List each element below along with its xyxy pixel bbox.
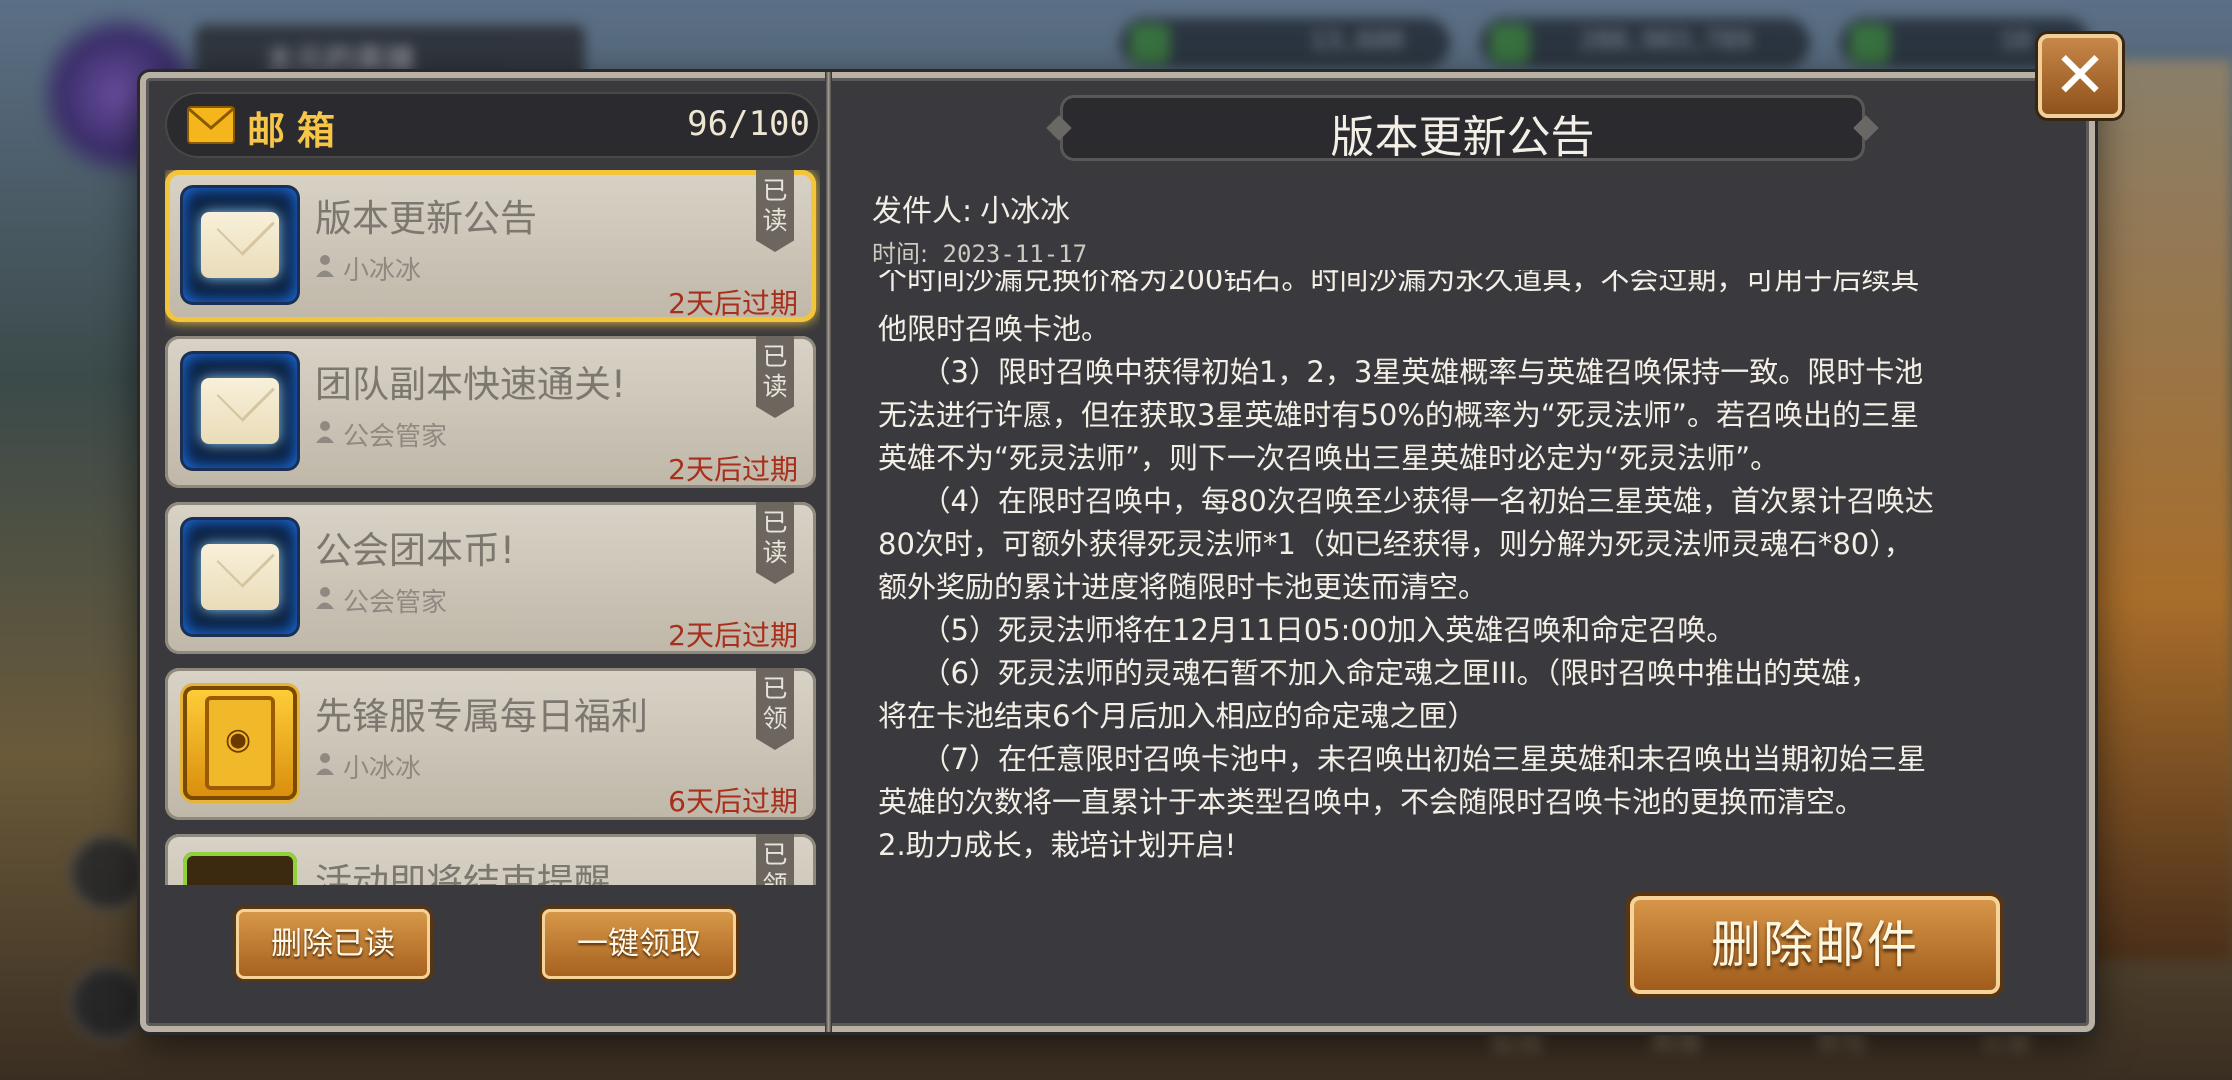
mail-time-row: 时间: 2023-11-17 [872,234,1087,269]
mail-item-sender: 公会管家 [343,422,448,452]
mail-item-expire: 6天后过期 [668,785,798,818]
mail-item-expire: 2天后过期 [668,619,798,652]
hud-gold: 288,903,789 [1480,18,1810,68]
bg-mail-button [70,835,146,911]
mailbox-title: 邮箱 [247,109,348,153]
sender-value: 小冰冰 [980,194,1071,229]
mail-list[interactable]: 版本更新公告 小冰冰 2天后过期 已读 团队副本快速通关! 公会管家 2天后过期… [165,170,820,885]
mail-body-line: （3）限时召唤中获得初始1，2，3星英雄概率与英雄召唤保持一致。限时卡池 [878,355,1924,389]
mail-body-line: 英雄的次数将一直累计于本类型召唤中，不会随限时召唤卡池的更换而清空。 [878,785,1865,819]
mail-body-line: 个时间沙漏兑换价格为200钻石。时间沙漏为永久道具，不会过期，可用于后续其 [878,270,1920,296]
mailbox-header: 邮箱 96/100 [165,92,820,158]
mail-body-line: 额外奖励的累计进度将随限时卡池更迭而清空。 [878,570,1488,604]
read-status-tag: 已领 [756,668,794,750]
mail-item-sender: 小冰冰 [343,256,422,286]
envelope-icon [183,354,297,468]
mail-body-line: （6）死灵法师的灵魂石暂不加入命定魂之匣III。（限时召唤中推出的英雄， [878,656,1880,690]
mail-body-line: 80次时，可额外获得死灵法师*1（如已经获得，则分解为死灵法师灵魂石*80）， [878,527,1913,561]
mail-item-title: 版本更新公告 [315,197,537,240]
hud-stamina-value: 10 [2000,26,2032,56]
mail-body-line: （4）在限时召唤中，每80次召唤至少获得一名初始三星英雄，首次累计召唤达 [878,484,1934,518]
delete-read-button[interactable]: 删除已读 [236,909,430,979]
event-icon [183,852,297,885]
mail-body[interactable]: 个时间沙漏兑换价格为200钻石。时间沙漏为永久道具，不会过期，可用于后续其 他限… [872,270,2042,860]
mail-body-line: 英雄不为“死灵法师”，则下一次召唤出三星英雄时必定为“死灵法师”。 [878,441,1780,475]
mail-item[interactable]: 活动即将结束提醒 已领 [165,834,816,885]
mail-body-line: （7）在任意限时召唤卡池中，未召唤出初始三星英雄和未召唤出当期初始三星 [878,742,1926,776]
envelope-icon [183,188,297,302]
mail-detail-title-bar: 版本更新公告 [1060,95,1865,163]
mail-body-line: （5）死灵法师将在12月11日05:00加入英雄召唤和命定召唤。 [878,613,1736,647]
read-status-tag: 已读 [756,502,794,584]
mail-item[interactable]: 版本更新公告 小冰冰 2天后过期 已读 [165,170,816,322]
bg-chat-button [70,965,146,1041]
mail-sender-row: 发件人: 小冰冰 [872,186,1070,230]
mail-item-title: 团队副本快速通关! [315,363,626,406]
mail-item-title: 先锋服专属每日福利 [315,695,648,738]
mail-item-sender: 小冰冰 [343,754,422,784]
mail-item-title: 公会团本币! [315,529,515,572]
mail-item-sender: 公会管家 [343,588,448,618]
time-label: 时间: [872,240,929,268]
read-status-tag: 已读 [756,336,794,418]
person-icon [316,753,334,775]
mail-item[interactable]: 先锋服专属每日福利 小冰冰 6天后过期 已领 [165,668,816,820]
mail-body-line: 他限时召唤卡池。 [878,312,1111,346]
person-icon [316,587,334,609]
mail-count: 96/100 [687,104,810,144]
mail-item-title: 活动即将结束提醒 [315,861,611,885]
time-value: 2023-11-17 [942,240,1088,268]
mail-item-expire: 2天后过期 [668,287,798,320]
mail-item-expire: 2天后过期 [668,453,798,486]
hud-gems-value: 13,600 [1310,26,1404,56]
mail-body-line: 无法进行许愿，但在获取3星英雄时有50%的概率为“死灵法师”。若召唤出的三星 [878,398,1919,432]
background-scenery [2072,60,2232,960]
panel-divider [825,72,832,1032]
close-icon[interactable]: ✕ [2038,34,2122,118]
envelope-icon [183,520,297,634]
person-icon [316,421,334,443]
mail-item[interactable]: 团队副本快速通关! 公会管家 2天后过期 已读 [165,336,816,488]
mail-item[interactable]: 公会团本币! 公会管家 2天后过期 已读 [165,502,816,654]
envelope-icon [187,106,235,144]
person-icon [316,255,334,277]
claim-all-button[interactable]: 一键领取 [542,909,736,979]
gold-card-icon [183,686,297,800]
hud-gold-value: 288,903,789 [1580,26,1753,56]
mail-detail-title: 版本更新公告 [1330,112,1595,163]
hud-gems: 13,600 [1120,18,1450,68]
sender-label: 发件人: [872,194,973,229]
read-status-tag: 已领 [756,834,794,885]
delete-mail-button[interactable]: 删除邮件 [1630,896,2000,994]
mail-body-line: 将在卡池结束6个月后加入相应的命定魂之匣） [878,699,1477,733]
read-status-tag: 已读 [756,170,794,252]
mail-body-line: 2.助力成长，栽培计划开启! [878,828,1237,860]
